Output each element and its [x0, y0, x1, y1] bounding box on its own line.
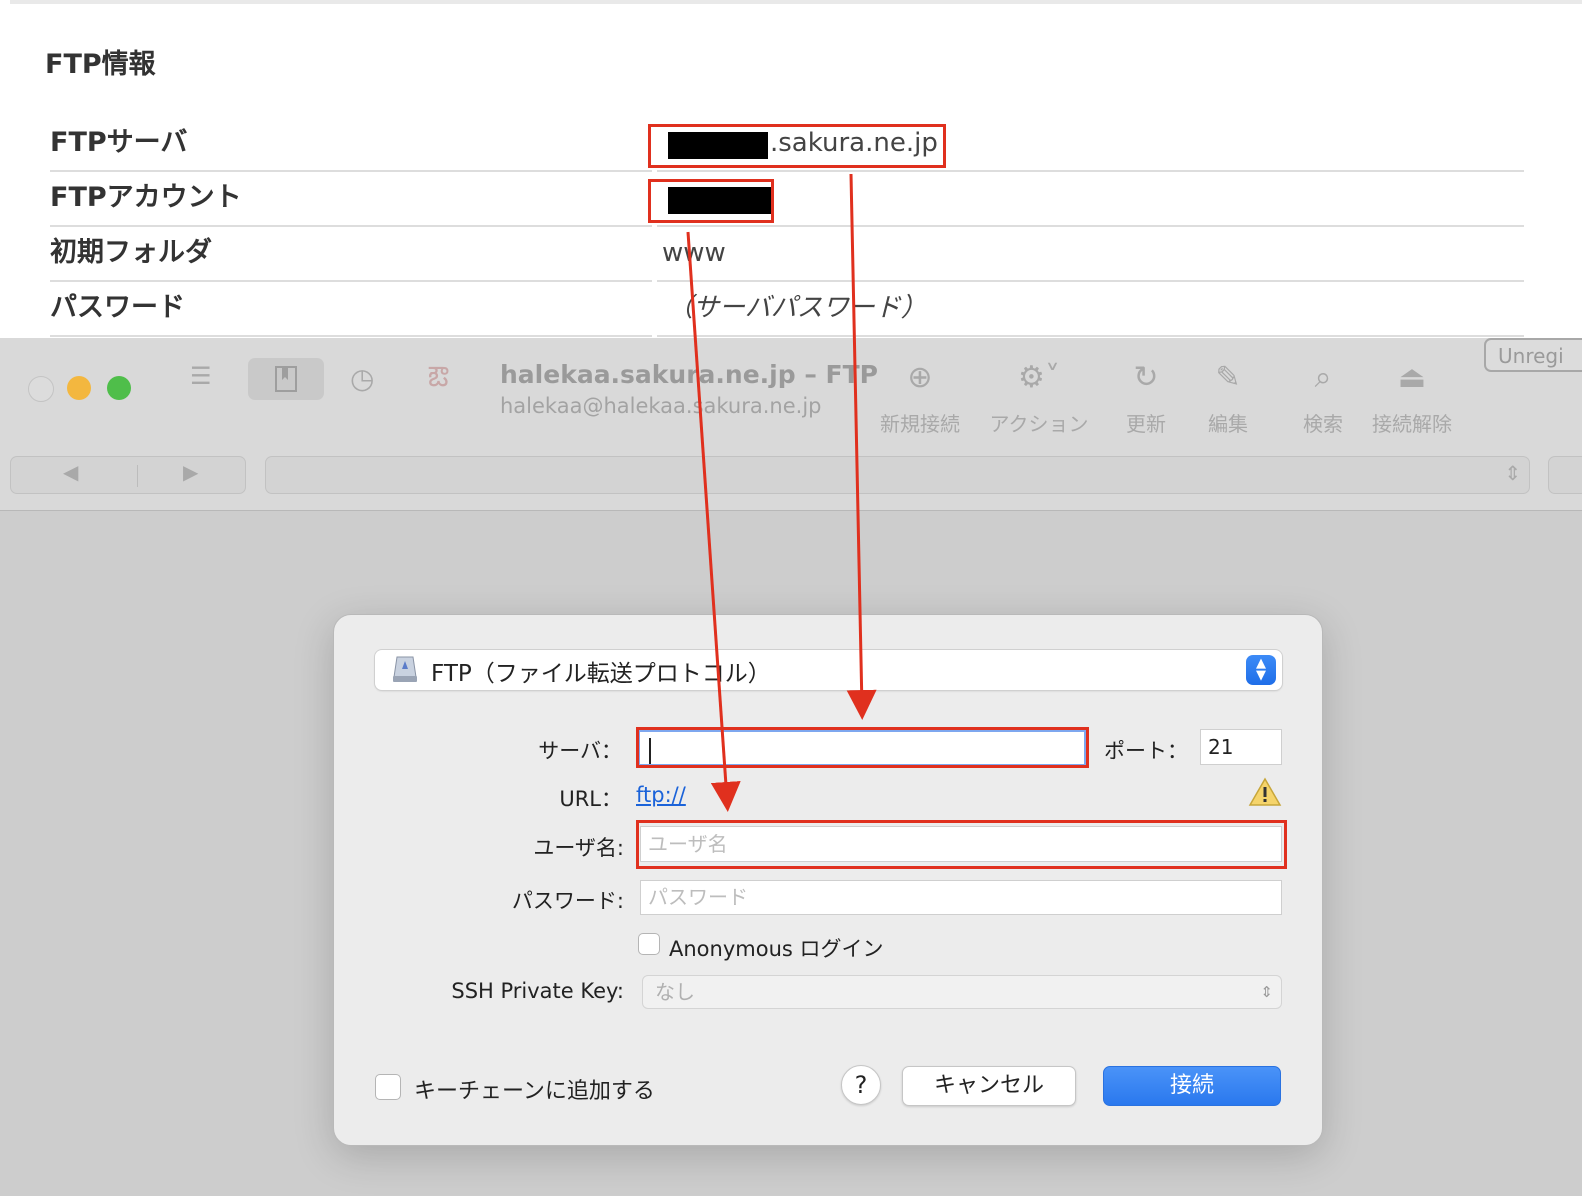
- highlight-server-value: [648, 124, 946, 168]
- refresh-icon: ↻: [1133, 360, 1159, 395]
- path-selector[interactable]: ⇕: [265, 456, 1530, 494]
- ssh-key-select[interactable]: なし ⇕: [642, 975, 1282, 1009]
- anonymous-label: Anonymous ログイン: [669, 937, 884, 961]
- action-label: アクション: [989, 412, 1089, 436]
- chevron-updown-icon: ⇕: [1504, 461, 1521, 485]
- minimize-window-button[interactable]: [67, 376, 91, 400]
- keychain-checkbox[interactable]: [375, 1074, 401, 1100]
- info-value-folder: www: [657, 226, 1524, 282]
- info-label-server: FTPサーバ: [50, 116, 652, 172]
- info-value-account: [657, 171, 1524, 227]
- info-value-password-text: （サーバパスワード）: [667, 293, 927, 323]
- password-label: パスワード:: [511, 889, 624, 913]
- search-icon: ⌕: [1314, 360, 1332, 395]
- info-label-password: パスワード: [50, 281, 652, 337]
- back-arrow-icon[interactable]: ◀: [63, 460, 78, 484]
- info-label-account: FTPアカウント: [50, 171, 652, 227]
- search-tool[interactable]: ⌕ 検索: [1299, 358, 1347, 437]
- info-row-folder: 初期フォルダ www: [50, 226, 1524, 282]
- password-input[interactable]: パスワード: [640, 880, 1282, 915]
- disconnect-tool[interactable]: ⏏ 接続解除: [1370, 358, 1454, 437]
- edit-label: 編集: [1208, 412, 1248, 436]
- connection-dialog: FTP（ファイル転送プロトコル） ▲ ▼ サーバ： ポート： 21 URL： ft…: [333, 614, 1323, 1146]
- pencil-icon: ✎: [1215, 360, 1241, 395]
- new-connection-label: 新規接続: [880, 412, 960, 436]
- bonjour-icon[interactable]: ఔ: [428, 360, 448, 400]
- segment-divider: [137, 465, 138, 487]
- port-input[interactable]: 21: [1200, 729, 1282, 765]
- globe-plus-icon: ⊕: [907, 360, 933, 395]
- highlight-account-value: [648, 179, 774, 223]
- connect-button[interactable]: 接続: [1103, 1066, 1281, 1106]
- info-row-account: FTPアカウント: [50, 171, 1524, 227]
- port-label: ポート：: [1104, 739, 1188, 763]
- help-button[interactable]: ?: [841, 1065, 881, 1105]
- anonymous-checkbox[interactable]: [638, 933, 660, 955]
- highlight-server-input: [636, 727, 1089, 768]
- ftp-info-title: FTP情報: [45, 49, 156, 80]
- cancel-button[interactable]: キャンセル: [902, 1066, 1076, 1106]
- highlight-username-input: [636, 820, 1287, 869]
- refresh-tool[interactable]: ↻ 更新: [1122, 358, 1170, 437]
- ssh-key-value: なし: [655, 980, 695, 1004]
- bookmark-icon: [275, 366, 297, 392]
- history-icon[interactable]: ◷: [350, 362, 374, 395]
- window-title: halekaa.sakura.ne.jp – FTP: [500, 360, 879, 389]
- ssh-key-label: SSH Private Key:: [451, 979, 624, 1003]
- url-link[interactable]: ftp://: [636, 783, 686, 807]
- warning-icon[interactable]: [1248, 777, 1282, 807]
- unregistered-badge[interactable]: Unregi: [1484, 338, 1582, 372]
- info-value-password: （サーバパスワード）: [657, 281, 1524, 337]
- chevron-updown-icon: ⇕: [1260, 983, 1273, 1001]
- server-label: サーバ：: [538, 739, 622, 763]
- view-toggle[interactable]: [1548, 456, 1582, 494]
- disk-drive-icon: [393, 656, 417, 682]
- bookmarks-button[interactable]: [248, 358, 324, 400]
- protocol-label: FTP（ファイル転送プロトコル）: [431, 661, 771, 687]
- url-label: URL：: [559, 787, 622, 811]
- search-label: 検索: [1303, 412, 1343, 436]
- zoom-window-button[interactable]: [107, 376, 131, 400]
- window-subtitle: halekaa@halekaa.sakura.ne.jp: [500, 394, 822, 418]
- disconnect-label: 接続解除: [1372, 412, 1452, 436]
- keychain-label: キーチェーンに追加する: [414, 1079, 655, 1104]
- ftp-info-panel: FTP情報 FTPサーバ .sakura.ne.jp FTPアカウント 初期フォ…: [10, 0, 1582, 340]
- refresh-label: 更新: [1126, 412, 1166, 436]
- info-row-password: パスワード （サーバパスワード）: [50, 281, 1524, 337]
- action-tool[interactable]: ⚙˅ アクション: [988, 358, 1090, 437]
- edit-tool[interactable]: ✎ 編集: [1204, 358, 1252, 437]
- protocol-select[interactable]: FTP（ファイル転送プロトコル） ▲ ▼: [375, 650, 1282, 690]
- outline-view-icon[interactable]: ☰: [190, 362, 212, 390]
- back-forward-control: ◀ ▶: [10, 456, 246, 494]
- info-value-folder-text: www: [662, 238, 726, 268]
- eject-icon: ⏏: [1397, 360, 1427, 395]
- new-connection-tool[interactable]: ⊕ 新規接続: [878, 358, 962, 437]
- close-window-button[interactable]: [28, 376, 54, 402]
- chevron-updown-icon: ▲ ▼: [1246, 655, 1276, 685]
- username-label: ユーザ名:: [533, 836, 624, 860]
- gear-icon: ⚙˅: [1018, 360, 1060, 395]
- titlebar: ☰ ◷ ఔ halekaa.sakura.ne.jp – FTP halekaa…: [0, 338, 1582, 511]
- forward-arrow-icon[interactable]: ▶: [183, 460, 198, 484]
- info-label-folder: 初期フォルダ: [50, 226, 652, 282]
